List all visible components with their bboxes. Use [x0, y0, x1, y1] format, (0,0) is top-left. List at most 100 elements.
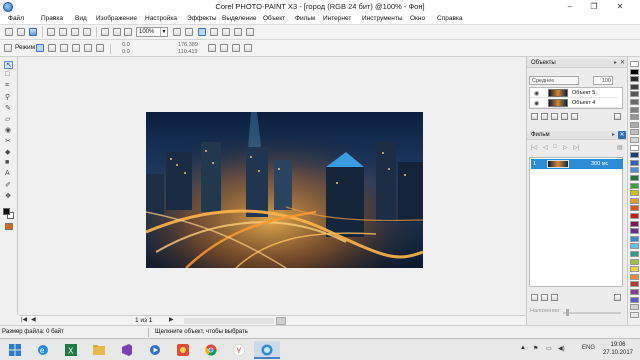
pick-tool-preset-icon[interactable] [4, 44, 12, 52]
palette-color-chip[interactable] [630, 289, 639, 295]
menu-help[interactable]: Справка [437, 15, 463, 22]
panel-menu-icon[interactable]: ▸ [612, 131, 615, 138]
taskbar-explorer[interactable] [86, 341, 112, 359]
palette-color-chip[interactable] [630, 152, 639, 159]
menu-view[interactable]: Вид [75, 15, 87, 22]
palette-color-chip[interactable] [630, 205, 639, 212]
red-eye-tool[interactable]: ◉ [4, 127, 13, 135]
palette-color-chip[interactable] [630, 159, 639, 166]
palette-color-chip[interactable] [630, 220, 639, 227]
palette-color-chip[interactable] [630, 258, 639, 265]
duplicate-frame-icon[interactable] [541, 294, 548, 301]
tray-battery-icon[interactable]: ▭ [546, 345, 552, 352]
mode-scale-icon[interactable] [60, 44, 68, 52]
panel-close-icon[interactable]: ✕ [618, 131, 626, 139]
mask-create-icon[interactable] [561, 113, 568, 120]
palette-color-chip[interactable] [630, 235, 639, 242]
cut-icon[interactable] [47, 28, 55, 36]
open-icon[interactable] [17, 28, 25, 36]
object-marquee-icon[interactable] [210, 28, 218, 36]
redo-icon[interactable] [113, 28, 121, 36]
blend-mode-select[interactable]: Среднее [529, 76, 579, 85]
slider-knob[interactable] [566, 309, 569, 316]
menu-object[interactable]: Объект [263, 15, 285, 22]
panel-menu-icon[interactable]: ▸ [614, 59, 617, 66]
width-field[interactable]: 176.389 [178, 42, 198, 48]
start-button[interactable] [2, 341, 28, 359]
text-tool[interactable]: A [4, 170, 13, 179]
play-icon[interactable]: ▷ [563, 144, 568, 151]
palette-color-chip[interactable] [630, 106, 639, 113]
crop-tool[interactable]: ⌗ [4, 82, 13, 91]
full-screen-icon[interactable] [185, 28, 193, 36]
clip-mask-icon[interactable] [571, 113, 578, 120]
menu-image[interactable]: Изображение [96, 15, 137, 22]
play-back-icon[interactable]: ◁ [543, 144, 548, 151]
palette-color-chip[interactable] [630, 311, 639, 318]
minimize-button[interactable]: – [560, 0, 580, 13]
menu-adjust[interactable]: Настройка [145, 15, 177, 22]
next-page-icon[interactable]: ▶ [169, 316, 174, 323]
palette-color-chip[interactable] [630, 167, 639, 174]
pos-y-field[interactable]: 0.0 [122, 49, 130, 55]
mode-perspective-icon[interactable] [96, 44, 104, 52]
import-icon[interactable] [124, 28, 132, 36]
palette-color-chip[interactable] [630, 121, 639, 128]
tray-flag-icon[interactable]: ⚑ [533, 345, 538, 352]
new-icon[interactable] [5, 28, 13, 36]
panel-close-icon[interactable]: ✕ [620, 59, 625, 66]
menu-edit[interactable]: Правка [41, 15, 63, 22]
taskbar-yandex[interactable]: Y [226, 341, 252, 359]
menu-movie[interactable]: Фильм [295, 15, 315, 22]
tray-network-icon[interactable]: ▲ [520, 345, 526, 351]
palette-color-chip[interactable] [630, 243, 639, 250]
mask-tool[interactable]: □ [4, 71, 13, 80]
undo-icon[interactable] [101, 28, 109, 36]
palette-color-chip[interactable] [630, 266, 639, 273]
palette-color-chip[interactable] [630, 197, 639, 204]
zoom-tool[interactable]: ⚲ [4, 94, 13, 102]
scrollbar-thumb[interactable] [276, 317, 286, 325]
menu-tools[interactable]: Инструменты [362, 15, 403, 22]
rectangle-tool[interactable]: ■ [4, 159, 13, 168]
taskbar-ie[interactable]: e [30, 341, 56, 359]
taskbar-excel[interactable]: X [58, 341, 84, 359]
menu-window[interactable]: Окно [410, 15, 425, 22]
close-button[interactable]: ✕ [610, 0, 630, 13]
object-row[interactable]: ◉ Объект 4 [530, 98, 618, 108]
menu-file[interactable]: Файл [8, 15, 24, 22]
stop-icon[interactable]: □ [553, 144, 557, 150]
copy-icon[interactable] [59, 28, 67, 36]
palette-color-chip[interactable] [630, 99, 639, 105]
save-icon[interactable] [29, 28, 37, 36]
fill-tool[interactable]: ◆ [4, 149, 13, 157]
reset-icon[interactable] [232, 44, 240, 52]
chevron-down-icon[interactable]: ▼ [160, 28, 167, 36]
menu-web[interactable]: Интернет [323, 15, 351, 22]
object-row[interactable]: ◉ Объект 5 [530, 88, 618, 98]
eyedropper-tool[interactable]: ✎ [4, 105, 13, 113]
lock-ratio-icon[interactable] [208, 44, 216, 52]
play-first-icon[interactable]: |◁ [531, 144, 537, 151]
paste-icon[interactable] [71, 28, 79, 36]
new-lens-icon[interactable] [541, 113, 548, 120]
delete-frame-icon[interactable] [614, 294, 621, 301]
pos-x-field[interactable]: 0.0 [122, 42, 130, 48]
palette-color-chip[interactable] [630, 281, 639, 288]
clone-tool[interactable]: ✂ [4, 138, 13, 146]
palette-color-chip[interactable] [630, 228, 639, 235]
taskbar-chrome[interactable] [198, 341, 224, 359]
palette-color-chip[interactable] [630, 129, 639, 136]
palette-color-chip[interactable] [630, 273, 639, 280]
horizontal-scrollbar[interactable] [184, 318, 274, 324]
mode-position-icon[interactable] [36, 44, 44, 52]
frame-properties-icon[interactable] [551, 294, 558, 301]
film-options-icon[interactable]: ▤ [617, 144, 623, 151]
mode-skew-icon[interactable] [72, 44, 80, 52]
palette-color-chip[interactable] [630, 83, 639, 90]
play-last-icon[interactable]: ▷| [573, 144, 579, 151]
delete-object-icon[interactable] [614, 113, 621, 120]
palette-color-chip[interactable] [630, 76, 639, 83]
prev-page-icon[interactable]: ◀ [31, 316, 36, 323]
zoom-select[interactable]: 100% ▼ [136, 27, 168, 37]
